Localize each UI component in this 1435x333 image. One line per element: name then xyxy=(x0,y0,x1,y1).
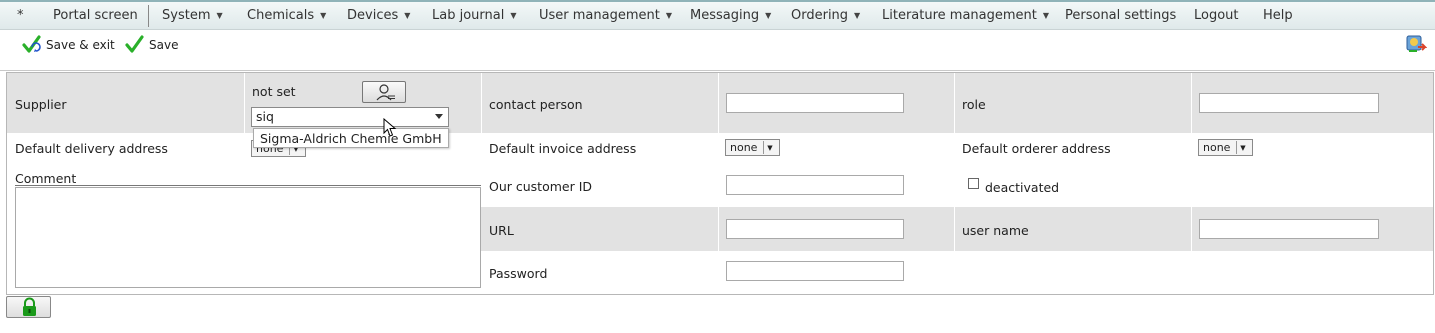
comment-textarea[interactable] xyxy=(15,187,481,288)
supplier-value: not set xyxy=(252,84,296,99)
deactivated-label: deactivated xyxy=(985,180,1060,195)
divider xyxy=(718,73,719,133)
default-orderer-select[interactable]: none ▼ xyxy=(1198,139,1254,156)
supplier-form: Supplier not set siq contact person role… xyxy=(6,72,1434,295)
menu-lab-journal-label: Lab journal xyxy=(432,8,505,23)
menu-help[interactable]: Help xyxy=(1263,8,1293,23)
menu-star[interactable]: * xyxy=(17,8,24,23)
menu-chemicals[interactable]: Chemicals ▼ xyxy=(247,8,326,23)
supplier-label: Supplier xyxy=(15,97,67,112)
menu-devices-label: Devices xyxy=(347,8,399,23)
checkmark-icon xyxy=(125,35,144,53)
deactivated-checkbox[interactable] xyxy=(968,178,979,189)
chevron-down-icon: ▼ xyxy=(404,11,411,20)
url-input[interactable] xyxy=(726,219,904,239)
mouse-pointer-icon xyxy=(383,118,397,137)
divider xyxy=(954,207,955,251)
menu-chemicals-label: Chemicals xyxy=(247,8,315,23)
caret-down-icon xyxy=(435,114,443,119)
menu-lab-journal[interactable]: Lab journal ▼ xyxy=(432,8,517,23)
chevron-down-icon: ▼ xyxy=(665,11,673,20)
role-input[interactable] xyxy=(1199,93,1379,113)
menu-personal-settings[interactable]: Personal settings xyxy=(1065,8,1176,23)
chevron-down-icon: ▼ xyxy=(1042,11,1050,20)
checkmark-exit-icon xyxy=(22,35,41,53)
menu-system-label: System xyxy=(162,8,211,23)
chevron-down-icon: ▼ xyxy=(1236,141,1248,154)
divider xyxy=(1191,207,1192,251)
url-label: URL xyxy=(489,223,514,238)
default-delivery-label: Default delivery address xyxy=(15,141,168,156)
menu-system[interactable]: System ▼ xyxy=(162,8,223,23)
divider xyxy=(954,73,955,133)
supplier-suggestion-item[interactable]: Sigma-Aldrich Chemie GmbH xyxy=(253,128,449,148)
save-exit-label: Save & exit xyxy=(46,38,115,52)
default-orderer-label: Default orderer address xyxy=(962,141,1111,156)
exchange-icon[interactable] xyxy=(1405,33,1427,55)
username-label: user name xyxy=(962,223,1029,238)
toolbar: Save & exit Save xyxy=(0,30,1435,71)
contact-person-input[interactable] xyxy=(726,93,904,113)
form-row-supplier: Supplier not set siq contact person role xyxy=(7,73,1433,133)
menu-portal-screen[interactable]: Portal screen xyxy=(53,8,138,23)
comment-label: Comment xyxy=(15,171,77,186)
role-label: role xyxy=(962,97,986,112)
password-label: Password xyxy=(489,266,548,281)
lock-icon xyxy=(23,297,36,316)
username-input[interactable] xyxy=(1199,219,1379,239)
save-exit-button[interactable]: Save & exit xyxy=(22,35,115,55)
menu-user-management[interactable]: User management ▼ xyxy=(539,8,672,23)
main-menu-bar: * Portal screen System ▼ Chemicals ▼ Devic… xyxy=(0,0,1435,30)
divider xyxy=(718,207,719,251)
menu-user-management-label: User management xyxy=(539,8,660,23)
chevron-down-icon: ▼ xyxy=(320,11,327,20)
divider xyxy=(1191,73,1192,133)
select-supplier-button[interactable] xyxy=(362,81,406,103)
menu-ordering[interactable]: Ordering ▼ xyxy=(791,8,860,23)
customer-id-label: Our customer ID xyxy=(489,179,593,194)
save-label: Save xyxy=(149,38,179,52)
menu-logout[interactable]: Logout xyxy=(1194,8,1239,23)
password-input[interactable] xyxy=(726,261,904,281)
menu-messaging-label: Messaging xyxy=(690,8,760,23)
person-search-icon xyxy=(376,84,395,101)
divider xyxy=(244,73,245,133)
customer-id-input[interactable] xyxy=(726,175,904,195)
menu-ordering-label: Ordering xyxy=(791,8,849,23)
chevron-down-icon: ▼ xyxy=(854,11,861,20)
divider xyxy=(481,73,482,133)
save-button[interactable]: Save xyxy=(125,35,178,55)
menu-literature-management-label: Literature management xyxy=(882,8,1037,23)
form-row-addresses: Default delivery address none ▼ Default i… xyxy=(7,133,1433,163)
lock-button[interactable] xyxy=(6,296,51,318)
menu-separator xyxy=(148,5,149,27)
chevron-down-icon: ▼ xyxy=(216,11,223,20)
default-invoice-label: Default invoice address xyxy=(489,141,637,156)
menu-literature-management[interactable]: Literature management ▼ xyxy=(882,8,1049,23)
supplier-search-combo[interactable]: siq xyxy=(251,107,449,127)
chevron-down-icon: ▼ xyxy=(765,11,772,20)
default-orderer-value: none xyxy=(1203,141,1231,154)
default-invoice-select[interactable]: none ▼ xyxy=(725,139,781,156)
default-invoice-value: none xyxy=(730,141,758,154)
chevron-down-icon: ▼ xyxy=(510,11,517,20)
contact-person-label: contact person xyxy=(489,97,583,112)
menu-messaging[interactable]: Messaging ▼ xyxy=(690,8,771,23)
menu-devices[interactable]: Devices ▼ xyxy=(347,8,410,23)
chevron-down-icon: ▼ xyxy=(763,141,775,154)
supplier-search-value: siq xyxy=(256,109,274,124)
comment-underline xyxy=(15,185,481,186)
